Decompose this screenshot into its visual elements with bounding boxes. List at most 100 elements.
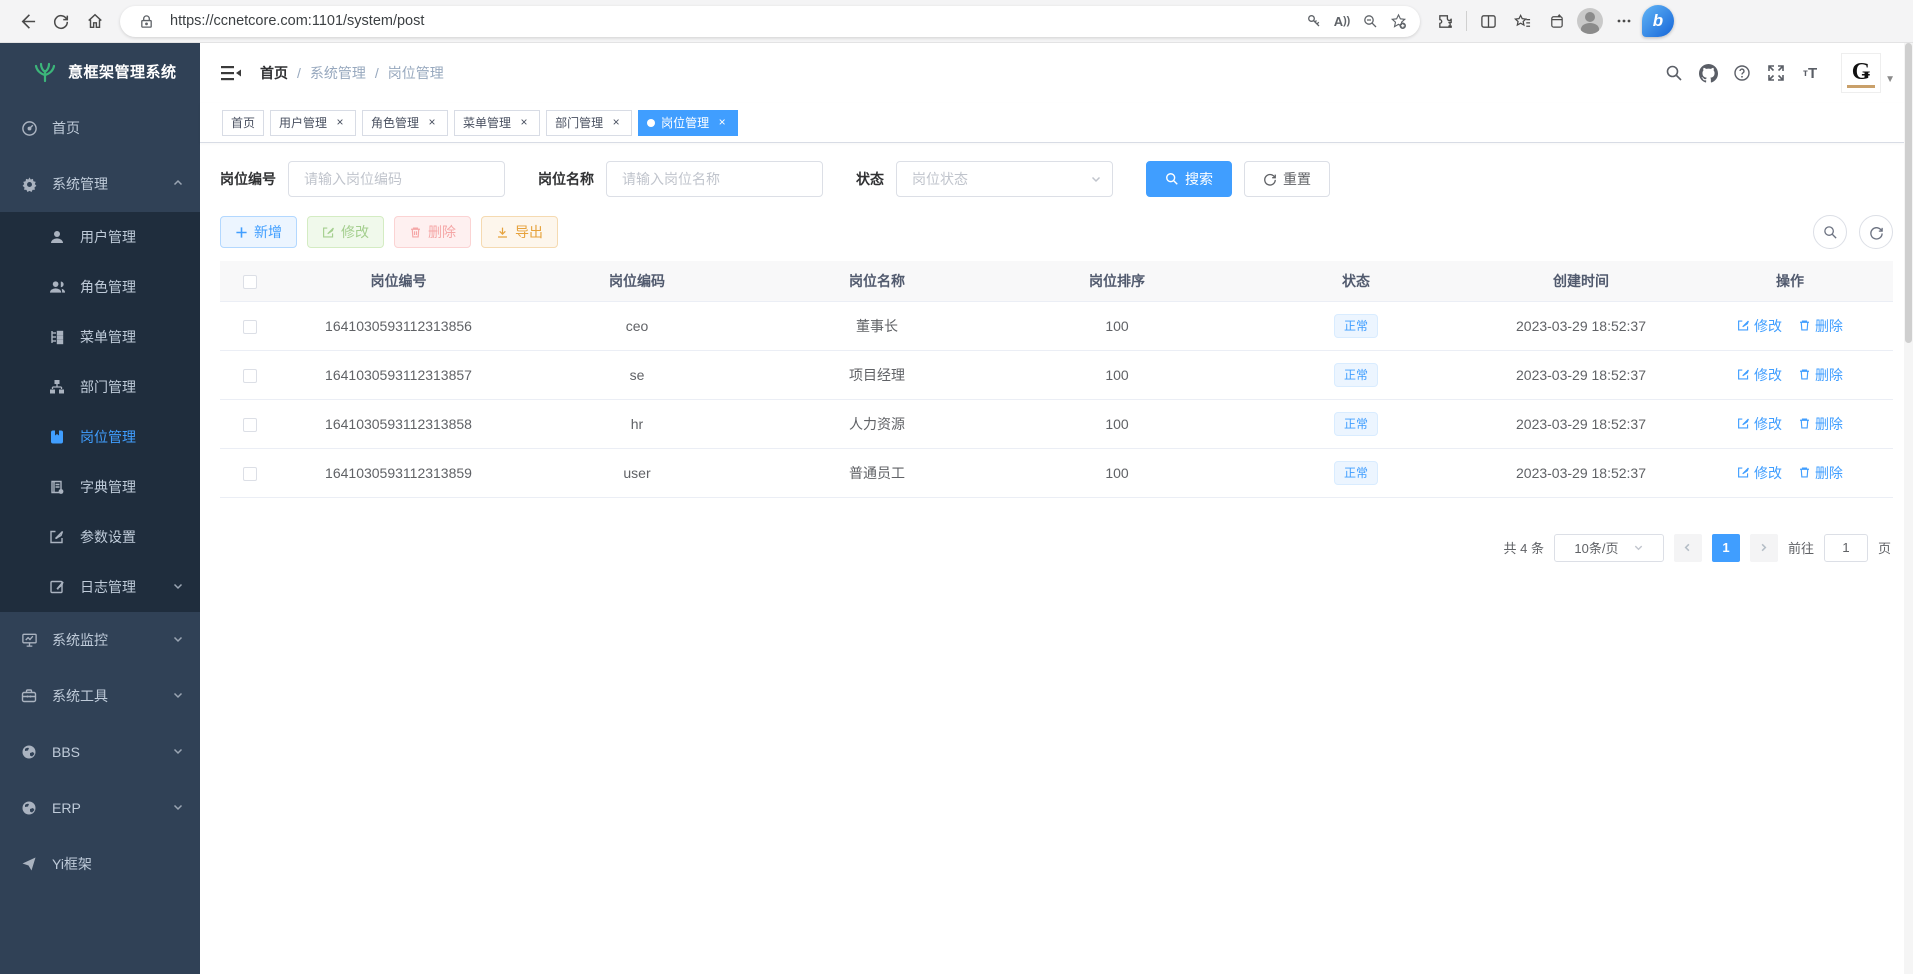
row-checkbox[interactable] bbox=[243, 467, 257, 481]
tab-menu-mgmt[interactable]: 菜单管理× bbox=[454, 110, 540, 136]
sidebar-item-dept-mgmt[interactable]: 部门管理 bbox=[0, 362, 200, 412]
current-page-button[interactable]: 1 bbox=[1712, 534, 1740, 562]
page-size-value: 10条/页 bbox=[1574, 538, 1618, 557]
browser-menu-icon[interactable] bbox=[1607, 4, 1641, 38]
user-avatar[interactable]: Ǥ bbox=[1841, 53, 1881, 93]
post-name-label: 岗位名称 bbox=[538, 169, 594, 189]
reset-button-label: 重置 bbox=[1283, 169, 1311, 189]
tab-close-icon[interactable]: × bbox=[715, 116, 729, 130]
edit-button[interactable]: 修改 bbox=[307, 216, 384, 248]
sidebar-collapse-icon[interactable] bbox=[220, 63, 242, 83]
zoom-out-icon[interactable] bbox=[1356, 7, 1384, 35]
help-icon[interactable] bbox=[1725, 56, 1759, 90]
tab-close-icon[interactable]: × bbox=[609, 116, 623, 130]
row-checkbox[interactable] bbox=[243, 418, 257, 432]
row-delete-link[interactable]: 删除 bbox=[1798, 463, 1843, 483]
breadcrumb-post: 岗位管理 bbox=[388, 63, 444, 83]
favorites-icon[interactable] bbox=[1505, 4, 1539, 38]
reset-button[interactable]: 重置 bbox=[1244, 161, 1330, 197]
delete-link-label: 删除 bbox=[1815, 316, 1843, 336]
trash-icon bbox=[1798, 319, 1811, 332]
tab-close-icon[interactable]: × bbox=[333, 116, 347, 130]
tab-post-mgmt[interactable]: 岗位管理× bbox=[638, 110, 738, 136]
bing-chat-icon[interactable]: b bbox=[1641, 4, 1675, 38]
post-code-input[interactable] bbox=[288, 161, 505, 197]
url-text[interactable]: https://ccnetcore.com:1101/system/post bbox=[170, 13, 1300, 29]
collections-icon[interactable] bbox=[1539, 4, 1573, 38]
header-search-icon[interactable] bbox=[1657, 56, 1691, 90]
browser-home-icon[interactable] bbox=[78, 4, 112, 38]
row-edit-link[interactable]: 修改 bbox=[1737, 316, 1782, 336]
goto-page-input[interactable] bbox=[1824, 534, 1868, 562]
browser-essentials-icon[interactable] bbox=[1428, 4, 1462, 38]
read-aloud-icon[interactable]: A)) bbox=[1328, 7, 1356, 35]
cell-post-code: user bbox=[517, 448, 757, 497]
sidebar-item-user-mgmt[interactable]: 用户管理 bbox=[0, 212, 200, 262]
delete-button[interactable]: 删除 bbox=[394, 216, 471, 248]
browser-profile-avatar[interactable] bbox=[1573, 4, 1607, 38]
search-button[interactable]: 搜索 bbox=[1146, 161, 1232, 197]
sidebar-item-yi-framework[interactable]: Yi框架 bbox=[0, 836, 200, 892]
status-select[interactable]: 岗位状态 bbox=[896, 161, 1113, 197]
table-toolbar: 新增 修改 删除 导出 bbox=[220, 215, 1893, 249]
cell-post-id: 1641030593112313858 bbox=[280, 399, 517, 448]
tab-close-icon[interactable]: × bbox=[425, 116, 439, 130]
split-screen-icon[interactable] bbox=[1471, 4, 1505, 38]
show-search-toggle-button[interactable] bbox=[1813, 215, 1847, 249]
row-edit-link[interactable]: 修改 bbox=[1737, 365, 1782, 385]
add-favorite-icon[interactable] bbox=[1384, 7, 1412, 35]
row-checkbox[interactable] bbox=[243, 320, 257, 334]
scrollbar-thumb[interactable] bbox=[1905, 43, 1912, 343]
sidebar-item-dict-mgmt[interactable]: 字典管理 bbox=[0, 462, 200, 512]
sidebar-item-system-monitor[interactable]: 系统监控 bbox=[0, 612, 200, 668]
tab-dept-mgmt[interactable]: 部门管理× bbox=[546, 110, 632, 136]
edit-link-label: 修改 bbox=[1754, 463, 1782, 483]
next-page-button[interactable] bbox=[1750, 534, 1778, 562]
fullscreen-icon[interactable] bbox=[1759, 56, 1793, 90]
download-icon bbox=[496, 226, 509, 239]
avatar-caret-down-icon[interactable]: ▼ bbox=[1885, 74, 1895, 85]
add-button[interactable]: 新增 bbox=[220, 216, 297, 248]
browser-refresh-icon[interactable] bbox=[44, 4, 78, 38]
page-size-select[interactable]: 10条/页 bbox=[1554, 534, 1664, 562]
breadcrumb-home[interactable]: 首页 bbox=[260, 63, 288, 83]
edit-icon bbox=[1737, 319, 1750, 332]
post-name-input[interactable] bbox=[606, 161, 823, 197]
goto-label: 前往 bbox=[1788, 538, 1814, 557]
search-icon bbox=[1165, 172, 1179, 186]
col-post-name: 岗位名称 bbox=[757, 261, 997, 301]
sidebar-item-home[interactable]: 首页 bbox=[0, 100, 200, 156]
row-edit-link[interactable]: 修改 bbox=[1737, 463, 1782, 483]
select-all-checkbox[interactable] bbox=[243, 275, 257, 289]
row-delete-link[interactable]: 删除 bbox=[1798, 316, 1843, 336]
refresh-table-button[interactable] bbox=[1859, 215, 1893, 249]
password-key-icon[interactable] bbox=[1300, 7, 1328, 35]
browser-address-bar[interactable]: https://ccnetcore.com:1101/system/post A… bbox=[120, 6, 1420, 37]
row-delete-link[interactable]: 删除 bbox=[1798, 414, 1843, 434]
row-delete-link[interactable]: 删除 bbox=[1798, 365, 1843, 385]
tab-user-mgmt[interactable]: 用户管理× bbox=[270, 110, 356, 136]
sidebar-item-role-mgmt[interactable]: 角色管理 bbox=[0, 262, 200, 312]
github-icon[interactable] bbox=[1691, 56, 1725, 90]
tab-role-mgmt[interactable]: 角色管理× bbox=[362, 110, 448, 136]
sidebar-item-system-mgmt[interactable]: 系统管理 bbox=[0, 156, 200, 212]
sidebar-item-post-mgmt[interactable]: 岗位管理 bbox=[0, 412, 200, 462]
lock-icon[interactable] bbox=[132, 7, 160, 35]
tab-home[interactable]: 首页 bbox=[222, 110, 264, 136]
sidebar-item-menu-mgmt[interactable]: 菜单管理 bbox=[0, 312, 200, 362]
row-edit-link[interactable]: 修改 bbox=[1737, 414, 1782, 434]
prev-page-button[interactable] bbox=[1674, 534, 1702, 562]
sidebar-item-system-tools[interactable]: 系统工具 bbox=[0, 668, 200, 724]
font-size-icon[interactable]: тT bbox=[1793, 56, 1827, 90]
sidebar-item-param-settings[interactable]: 参数设置 bbox=[0, 512, 200, 562]
browser-back-icon[interactable] bbox=[10, 4, 44, 38]
row-checkbox[interactable] bbox=[243, 369, 257, 383]
export-button[interactable]: 导出 bbox=[481, 216, 558, 248]
sidebar-item-erp[interactable]: ERP bbox=[0, 780, 200, 836]
sidebar-item-bbs[interactable]: BBS bbox=[0, 724, 200, 780]
sidebar-item-log-mgmt[interactable]: 日志管理 bbox=[0, 562, 200, 612]
page-scrollbar[interactable] bbox=[1904, 43, 1913, 974]
table-row: 1641030593112313856 ceo 董事长 100 正常 2023-… bbox=[220, 301, 1893, 350]
status-label: 状态 bbox=[856, 169, 884, 189]
tab-close-icon[interactable]: × bbox=[517, 116, 531, 130]
